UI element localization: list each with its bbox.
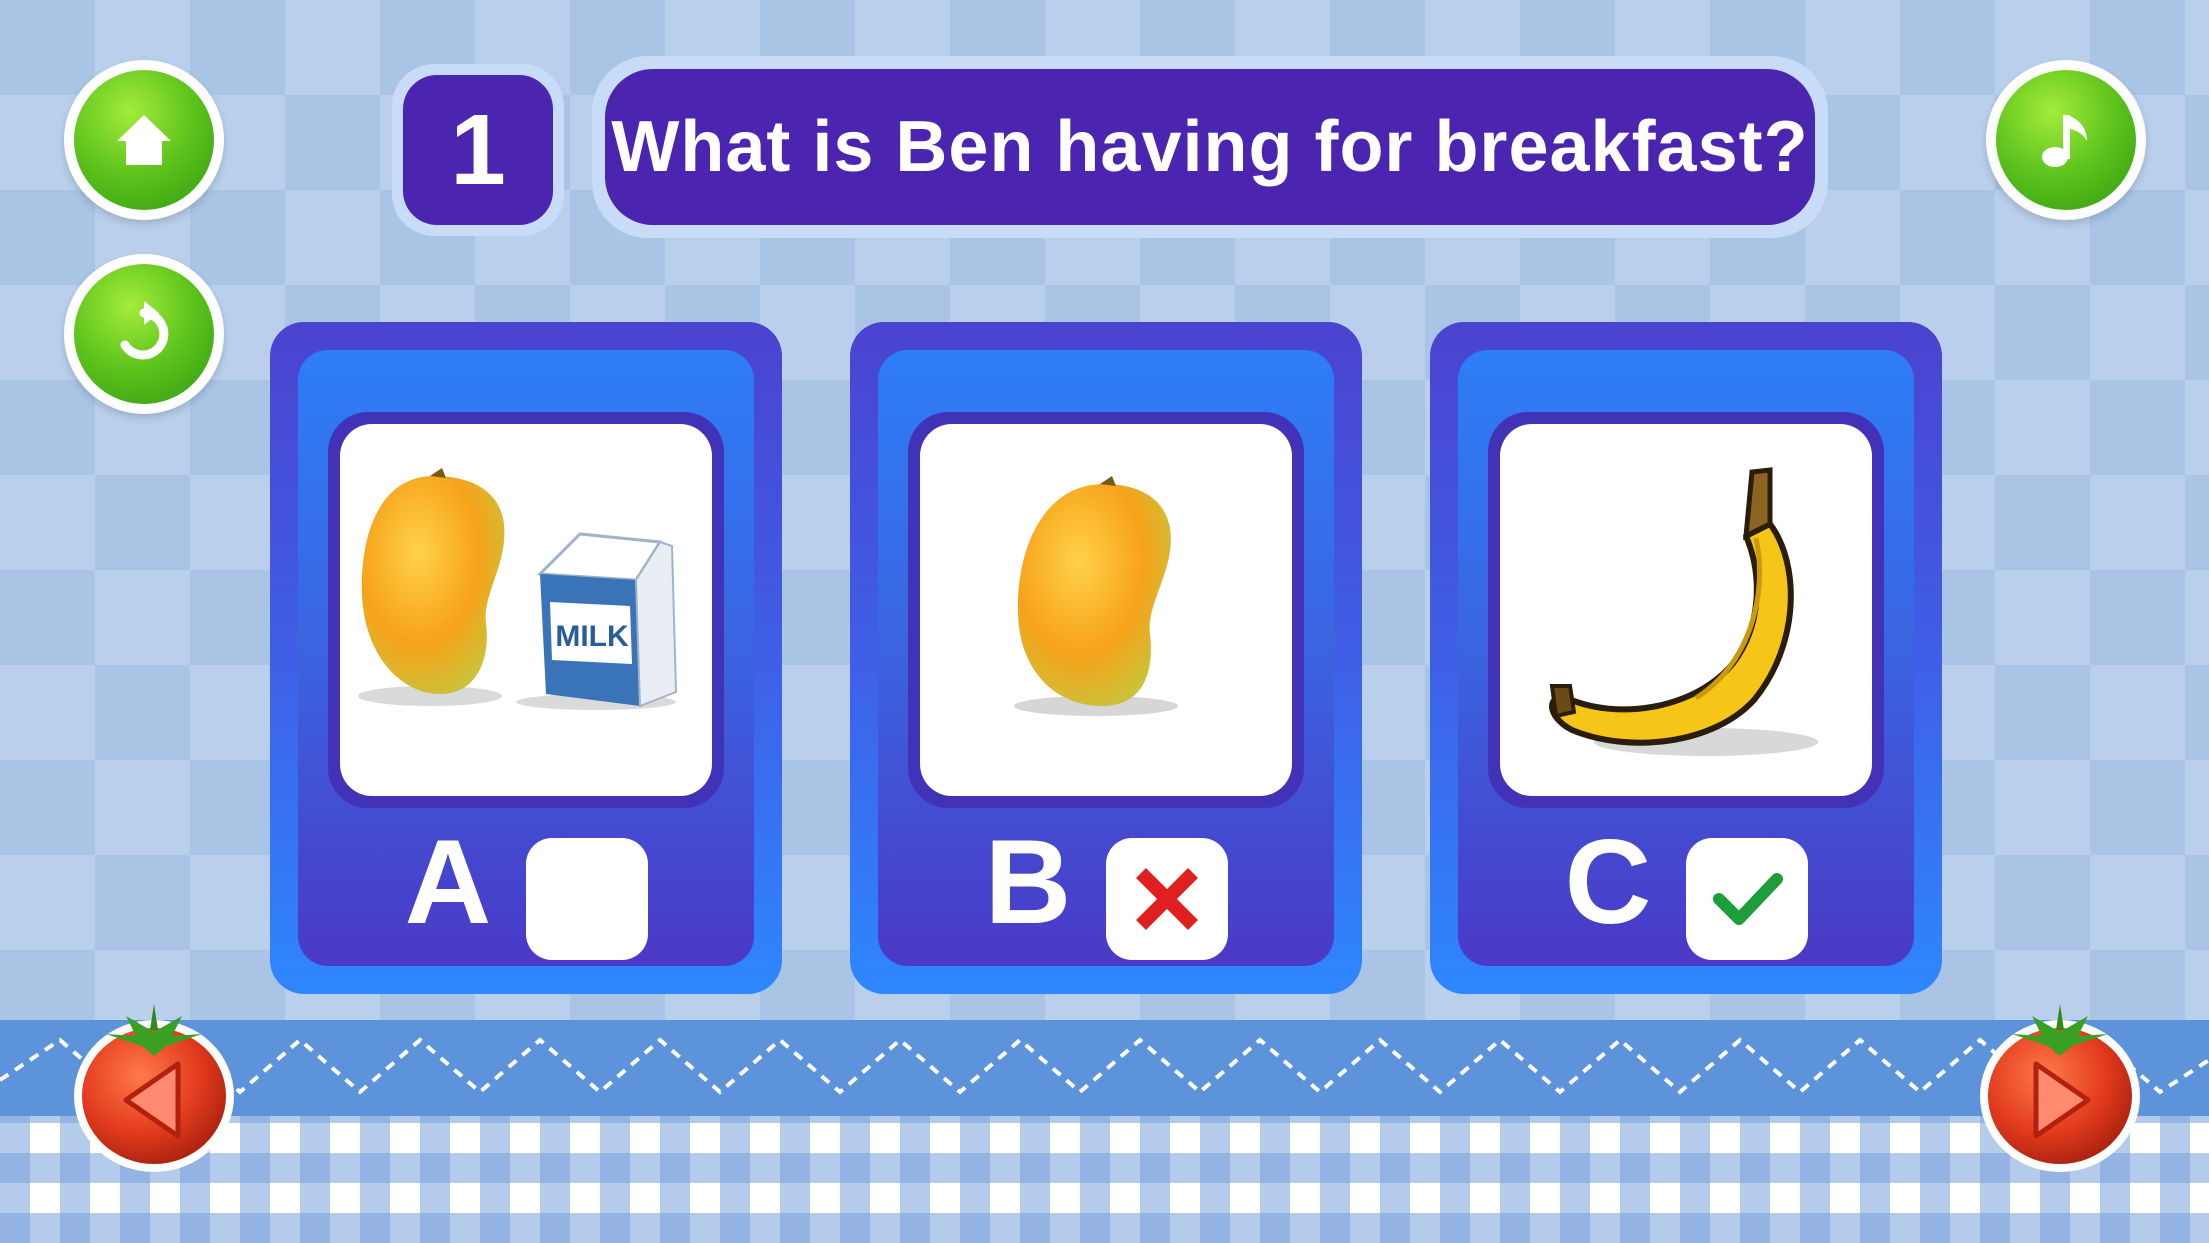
answer-checkbox-a[interactable] [526,838,648,960]
answer-checkbox-b[interactable] [1106,838,1228,960]
correct-check-icon [1713,873,1783,925]
next-arrow-icon [1980,1004,2140,1172]
answer-card-a[interactable]: MILK A [270,322,782,994]
answer-image-a: MILK [340,424,712,796]
home-button[interactable] [64,60,224,220]
replay-icon [120,301,169,360]
question-text: What is Ben having for breakfast? [605,69,1815,225]
answer-checkbox-c[interactable] [1686,838,1808,960]
wrong-x-icon [1136,868,1198,930]
previous-button[interactable] [66,986,242,1178]
answer-image-b [920,424,1292,796]
stitch-border [0,1020,2209,1116]
milk-label: MILK [555,620,629,653]
question-box: What is Ben having for breakfast? [592,56,1828,238]
banana-icon [1549,467,1818,756]
question-number-box: 1 [392,64,564,236]
mango-and-milk-icon: MILK [358,468,678,710]
zigzag-stitch [0,1037,2209,1095]
previous-arrow-icon [74,1004,234,1172]
mango-icon [1014,476,1178,716]
home-icon [117,115,171,165]
answer-letter-a: A [404,815,492,949]
gingham-floor [0,1116,2209,1243]
next-button[interactable] [1972,986,2148,1178]
answer-letter-b: B [984,815,1072,949]
answer-image-c [1500,424,1872,796]
music-note-icon [2042,115,2087,167]
answer-card-b[interactable]: B [850,322,1362,994]
music-button[interactable] [1986,60,2146,220]
answer-letter-c: C [1564,815,1652,949]
question-number: 1 [403,75,553,225]
answer-card-c[interactable]: C [1430,322,1942,994]
replay-button[interactable] [64,254,224,414]
